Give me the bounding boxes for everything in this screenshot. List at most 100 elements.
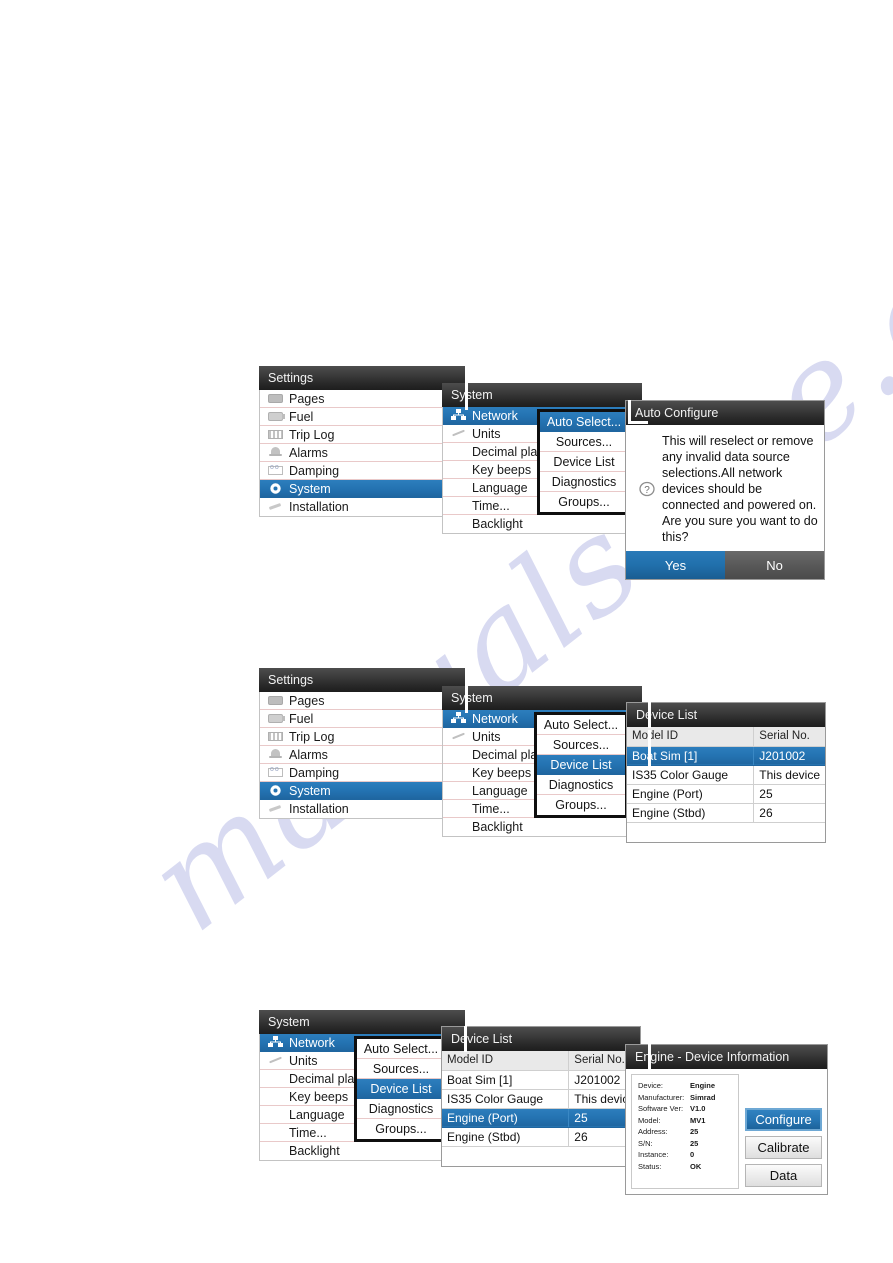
- calibrate-button[interactable]: Calibrate: [745, 1136, 822, 1159]
- gear-icon: [268, 784, 283, 797]
- network-submenu-2: Auto Select... Sources... Device List Di…: [534, 712, 628, 818]
- info-row: Instance: 0: [638, 1149, 734, 1161]
- submenu-item-diagnostics[interactable]: Diagnostics: [540, 472, 628, 492]
- table-row[interactable]: Engine (Port) 25: [442, 1108, 640, 1128]
- menu-item-label: Network: [289, 1035, 335, 1050]
- cell-serial-no: J201002: [753, 746, 825, 766]
- sidebar-item-pages[interactable]: Pages: [260, 390, 464, 408]
- table-row[interactable]: IS35 Color Gauge This device: [442, 1089, 640, 1109]
- submenu-item-auto-select[interactable]: Auto Select...: [357, 1039, 445, 1059]
- yes-button[interactable]: Yes: [626, 551, 725, 579]
- sidebar-item-alarms[interactable]: Alarms: [260, 746, 464, 764]
- sidebar-item-installation[interactable]: Installation: [260, 800, 464, 818]
- dialog-buttons: Yes No: [626, 551, 824, 579]
- submenu-item-sources[interactable]: Sources...: [540, 432, 628, 452]
- table-row[interactable]: Engine (Stbd) 26: [627, 803, 825, 823]
- no-button[interactable]: No: [725, 551, 824, 579]
- menu-item-label: Key beeps: [472, 462, 532, 477]
- auto-configure-dialog: Auto Configure ? This will reselect or r…: [625, 400, 825, 580]
- sidebar-item-label: Fuel: [289, 711, 314, 726]
- menu-item-label: Language: [472, 480, 528, 495]
- menu-item-label: Backlight: [289, 1144, 340, 1158]
- sidebar-item-damping[interactable]: Damping: [260, 764, 464, 782]
- table-row[interactable]: Engine (Stbd) 26: [442, 1127, 640, 1147]
- menu-item-backlight[interactable]: Backlight: [443, 515, 641, 533]
- sidebar-item-pages[interactable]: Pages: [260, 692, 464, 710]
- blank-icon: [451, 785, 466, 796]
- cell-model-id: IS35 Color Gauge: [627, 765, 755, 785]
- blank-icon: [451, 822, 466, 833]
- submenu-item-groups[interactable]: Groups...: [357, 1119, 445, 1139]
- table-filler-row: [442, 1146, 640, 1166]
- damping-icon: [268, 464, 283, 475]
- data-button[interactable]: Data: [745, 1164, 822, 1187]
- blank-icon: [451, 482, 466, 493]
- cell-model-id: Engine (Port): [442, 1108, 570, 1128]
- submenu-item-auto-select[interactable]: Auto Select...: [540, 412, 628, 432]
- menu-item-label: Network: [472, 408, 518, 423]
- device-list-table-2: Model ID Serial No. Boat Sim [1] J201002…: [627, 727, 825, 842]
- trip-log-icon: [268, 430, 283, 439]
- menu-item-label: Backlight: [472, 517, 523, 531]
- info-value: Simrad: [690, 1092, 716, 1102]
- cell-model-id: Boat Sim [1]: [442, 1070, 570, 1090]
- info-row: Model: MV1: [638, 1115, 734, 1127]
- info-key: Instance:: [638, 1150, 669, 1159]
- submenu-item-sources[interactable]: Sources...: [357, 1059, 445, 1079]
- sidebar-item-system[interactable]: System: [260, 782, 464, 800]
- sidebar-item-installation[interactable]: Installation: [260, 498, 464, 516]
- sidebar-item-damping[interactable]: Damping: [260, 462, 464, 480]
- dialog-body: ? This will reselect or remove any inval…: [626, 425, 824, 551]
- submenu-item-diagnostics[interactable]: Diagnostics: [357, 1099, 445, 1119]
- submenu-item-sources[interactable]: Sources...: [537, 735, 625, 755]
- info-value: OK: [690, 1161, 702, 1171]
- device-list-table-3: Model ID Serial No. Boat Sim [1] J201002…: [442, 1051, 640, 1166]
- blank-icon: [451, 446, 466, 457]
- network-icon: [268, 1036, 283, 1049]
- sidebar-item-label: Trip Log: [289, 427, 335, 442]
- sidebar-item-alarms[interactable]: Alarms: [260, 444, 464, 462]
- submenu-item-device-list[interactable]: Device List: [357, 1079, 445, 1099]
- info-key: Device:: [638, 1081, 664, 1090]
- configure-button[interactable]: Configure: [745, 1108, 822, 1131]
- submenu-item-groups[interactable]: Groups...: [540, 492, 628, 512]
- info-row: Address: 25: [638, 1126, 734, 1138]
- sidebar-item-label: Pages: [289, 693, 325, 708]
- info-row: Software Ver: V1.0: [638, 1103, 734, 1115]
- menu-item-backlight[interactable]: Backlight: [260, 1142, 464, 1160]
- sidebar-item-label: Trip Log: [289, 729, 335, 744]
- submenu-item-diagnostics[interactable]: Diagnostics: [537, 775, 625, 795]
- submenu-item-groups[interactable]: Groups...: [537, 795, 625, 815]
- sidebar-item-system[interactable]: System: [260, 480, 464, 498]
- info-value: 25: [690, 1127, 699, 1136]
- sidebar-item-trip-log[interactable]: Trip Log: [260, 728, 464, 746]
- blank-icon: [268, 1127, 283, 1138]
- table-row[interactable]: IS35 Color Gauge This device: [627, 765, 825, 785]
- cell-model-id: Boat Sim [1]: [627, 746, 755, 766]
- sidebar-item-trip-log[interactable]: Trip Log: [260, 426, 464, 444]
- network-submenu-3: Auto Select... Sources... Device List Di…: [354, 1036, 448, 1142]
- dialog-message: This will reselect or remove any invalid…: [662, 434, 818, 544]
- submenu-item-auto-select[interactable]: Auto Select...: [537, 715, 625, 735]
- pages-icon: [268, 394, 283, 403]
- table-row[interactable]: Boat Sim [1] J201002: [627, 746, 825, 766]
- submenu-item-device-list[interactable]: Device List: [537, 755, 625, 775]
- menu-item-label: Units: [289, 1053, 318, 1068]
- blank-icon: [451, 767, 466, 778]
- question-mark-icon: ?: [632, 433, 662, 545]
- settings-menu-list-1: Pages Fuel Trip Log Alarms Damping Syste…: [259, 390, 465, 517]
- device-information-panel: Engine - Device Information Device: Engi…: [625, 1044, 828, 1195]
- sidebar-item-fuel[interactable]: Fuel: [260, 408, 464, 426]
- cell-serial-no: 25: [753, 784, 825, 804]
- menu-item-backlight[interactable]: Backlight: [443, 818, 641, 836]
- sidebar-item-fuel[interactable]: Fuel: [260, 710, 464, 728]
- table-row[interactable]: Boat Sim [1] J201002: [442, 1070, 640, 1090]
- fuel-icon: [268, 714, 285, 723]
- settings-title-1: Settings: [259, 366, 465, 390]
- table-row[interactable]: Engine (Port) 25: [627, 784, 825, 804]
- trip-log-icon: [268, 732, 283, 741]
- info-value: Engine: [690, 1081, 716, 1090]
- table-filler-row: [627, 822, 825, 842]
- submenu-item-device-list[interactable]: Device List: [540, 452, 628, 472]
- blank-icon: [451, 464, 466, 475]
